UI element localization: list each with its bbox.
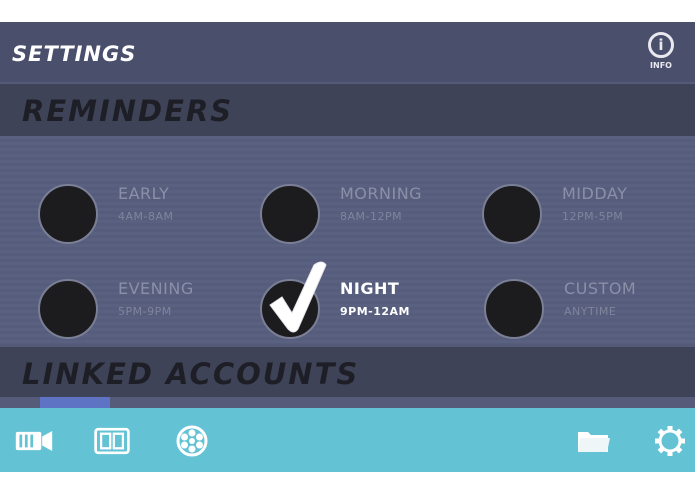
phone-layout-icon[interactable] [92, 424, 132, 458]
reminders-title: REMINDERS [22, 94, 234, 128]
gear-icon[interactable] [650, 424, 690, 458]
option-time: 8AM-12PM [340, 210, 403, 223]
option-time: 9PM-12AM [340, 305, 410, 318]
reminder-option-evening[interactable]: EVENING 5PM-9PM [38, 279, 253, 349]
bottom-nav-bar [0, 408, 695, 472]
reminder-option-early[interactable]: EARLY 4AM-8AM [38, 184, 253, 254]
linked-accounts-header: LINKED ACCOUNTS [0, 347, 695, 397]
info-icon: i [648, 32, 674, 58]
option-name: MORNING [340, 184, 423, 203]
option-name: NIGHT [340, 279, 400, 298]
folder-icon[interactable] [574, 424, 614, 458]
top-bar: SETTINGS i INFO [0, 22, 695, 82]
option-name: EVENING [118, 279, 194, 298]
video-camera-icon[interactable] [14, 424, 54, 458]
option-name: MIDDAY [562, 184, 628, 203]
reminder-option-morning[interactable]: MORNING 8AM-12PM [260, 184, 475, 254]
page-title: SETTINGS [12, 42, 137, 66]
info-button[interactable]: i INFO [641, 32, 681, 80]
option-name: EARLY [118, 184, 170, 203]
checkmark-icon [269, 261, 327, 333]
option-time: 4AM-8AM [118, 210, 174, 223]
reminders-grid: EARLY 4AM-8AM MORNING 8AM-12PM MIDDAY 12… [0, 136, 695, 344]
reminder-option-midday[interactable]: MIDDAY 12PM-5PM [482, 184, 695, 254]
reminder-option-custom[interactable]: CUSTOM ANYTIME [484, 279, 695, 349]
info-label: INFO [650, 61, 672, 70]
option-name: CUSTOM [564, 279, 637, 298]
option-time: 5PM-9PM [118, 305, 172, 318]
option-time: 12PM-5PM [562, 210, 624, 223]
settings-screen: SETTINGS i INFO REMINDERS EARLY 4AM-8AM … [0, 22, 695, 472]
radio-midday[interactable] [482, 184, 542, 244]
linked-accounts-title: LINKED ACCOUNTS [22, 357, 360, 391]
film-reel-icon[interactable] [172, 424, 212, 458]
radio-evening[interactable] [38, 279, 98, 339]
radio-custom[interactable] [484, 279, 544, 339]
radio-morning[interactable] [260, 184, 320, 244]
radio-early[interactable] [38, 184, 98, 244]
reminders-header: REMINDERS [0, 84, 695, 136]
option-time: ANYTIME [564, 305, 617, 318]
reminder-option-night[interactable]: NIGHT 9PM-12AM [260, 261, 475, 349]
